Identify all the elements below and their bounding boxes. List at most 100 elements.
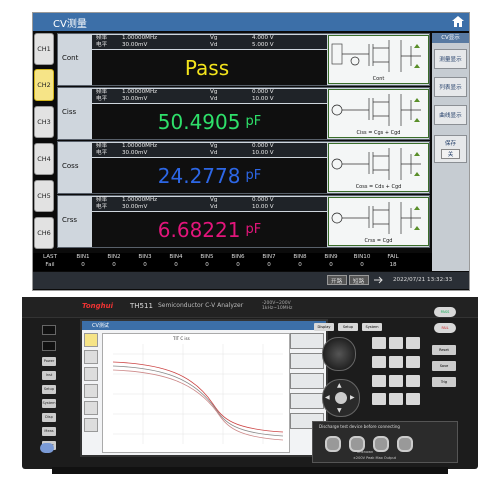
side-power-button[interactable]: Power: [42, 357, 56, 366]
channel-label: CH6: [37, 229, 51, 237]
open-mode-label: 开路: [331, 279, 343, 285]
bnc-connector[interactable]: [397, 436, 413, 452]
arrow-left-icon[interactable]: ◀: [325, 394, 330, 401]
measurement-panel-cont[interactable]: Cont 频率 1.00000MHz 电平 30.00mV Vg 4.000 V…: [57, 33, 430, 86]
max-voltage-label: ±200V Peak Max Output: [353, 456, 397, 460]
system-key[interactable]: System: [362, 323, 382, 331]
measurement-panel-crss[interactable]: Crss 频率 1.00000MHz 电平 30.00mV Vg 0.000 V…: [57, 195, 430, 248]
side-button-label: Inst: [45, 373, 53, 377]
setup-key[interactable]: Setup: [338, 323, 358, 331]
num-key[interactable]: [372, 393, 386, 406]
stat-value: 0: [81, 262, 85, 268]
num-key[interactable]: [406, 374, 420, 387]
panel-info: 频率 1.00000MHz 电平 30.00mV Vg 0.000 V Vd 1…: [92, 143, 327, 157]
menu-curve-display-button[interactable]: 曲线显示: [434, 105, 467, 125]
freq-value: 1.00000MHz: [122, 89, 158, 95]
mini-menu-button[interactable]: [290, 373, 324, 389]
side-setup-button[interactable]: Setup: [42, 385, 56, 394]
stat-value: 0: [174, 262, 178, 268]
channel-label: CH3: [37, 118, 51, 126]
display-key[interactable]: Display: [314, 323, 334, 331]
channel-button-ch2[interactable]: CH2: [34, 69, 54, 101]
rotary-knob[interactable]: [322, 337, 356, 371]
side-inst-button[interactable]: Inst: [42, 371, 56, 380]
side-disp-button[interactable]: Disp: [42, 413, 56, 422]
stat-value: 0: [267, 262, 271, 268]
channel-button-ch5[interactable]: CH5: [34, 180, 54, 212]
power-button[interactable]: [40, 443, 54, 453]
warning-label: Discharge test device before connecting: [319, 424, 400, 429]
mini-channel-button[interactable]: [84, 418, 98, 432]
mini-channel-button[interactable]: [84, 350, 98, 364]
channel-button-ch3[interactable]: CH3: [34, 106, 54, 138]
mosfet-circuit-icon: [331, 148, 421, 180]
num-key[interactable]: [389, 355, 403, 368]
result-display: Pass: [92, 50, 327, 85]
num-key[interactable]: [406, 355, 420, 368]
result-display: 24.2778 pF: [92, 158, 327, 193]
title-bar: CV测量: [33, 13, 469, 31]
level-label: 电平: [96, 42, 108, 48]
connector-panel: Discharge test device before connecting …: [312, 421, 458, 463]
level-label: 电平: [96, 96, 108, 102]
menu-save-toggle[interactable]: 保存 关: [434, 135, 467, 163]
mini-menu-button[interactable]: [290, 393, 324, 409]
result-display: 50.4905 pF: [92, 104, 327, 139]
channel-button-ch6[interactable]: CH6: [34, 217, 54, 249]
num-key[interactable]: [389, 393, 403, 406]
side-system-button[interactable]: System: [42, 399, 56, 408]
vd-value: 10.00 V: [252, 96, 274, 102]
reset-key[interactable]: Reset: [432, 345, 456, 355]
num-key[interactable]: [406, 337, 420, 349]
num-key[interactable]: [372, 374, 386, 387]
result-unit: pF: [245, 114, 262, 129]
circuit-diagram: Coss = Cds + Cgd: [328, 143, 429, 192]
circuit-caption: Coss = Cds + Cgd: [355, 184, 402, 190]
panel-name: Cont: [62, 54, 79, 62]
usb-port: [42, 325, 56, 335]
channel-button-ch4[interactable]: CH4: [34, 143, 54, 175]
side-button-label: Power: [43, 359, 55, 363]
vg-label: Vg: [210, 89, 218, 95]
right-menu: CV显示 测量显示 列表显示 曲线显示 保存 关: [432, 33, 469, 271]
result-unit: pF: [245, 168, 262, 183]
arrow-down-icon[interactable]: ▼: [337, 407, 342, 414]
result-display: 6.68221 pF: [92, 212, 327, 247]
circuit-diagram: Cont: [328, 35, 429, 84]
vg-label: Vg: [210, 143, 218, 149]
freq-label: 频率: [96, 197, 108, 203]
measurement-panel-coss[interactable]: Coss 频率 1.00000MHz 电平 30.00mV Vg 0.000 V…: [57, 141, 430, 194]
device-display-title: CV测试: [92, 323, 109, 329]
mini-channel-button[interactable]: [84, 333, 98, 347]
ok-key[interactable]: [335, 392, 347, 404]
home-icon[interactable]: [451, 15, 465, 28]
mini-channel-button[interactable]: [84, 367, 98, 381]
panel-info: 频率 1.00000MHz 电平 30.00mV Vg 0.000 V Vd 1…: [92, 197, 327, 211]
fail-indicator: FAIL: [434, 323, 456, 333]
model-label: TH511: [130, 302, 153, 310]
bnc-connector[interactable]: [325, 436, 341, 452]
arrow-keypad[interactable]: ▲ ▼ ◀ ▶: [322, 379, 360, 417]
save-key[interactable]: Save: [432, 361, 456, 371]
measurement-panel-ciss[interactable]: Ciss 频率 1.00000MHz 电平 30.00mV Vg 0.000 V…: [57, 87, 430, 140]
num-key[interactable]: [372, 337, 386, 349]
level-value: 30.00mV: [122, 204, 148, 210]
mini-menu-button[interactable]: [290, 333, 324, 349]
mini-channel-button[interactable]: [84, 384, 98, 398]
side-meas-button[interactable]: Meas: [42, 427, 56, 436]
arrow-up-icon[interactable]: ▲: [337, 382, 342, 389]
arrow-right-icon[interactable]: ▶: [350, 394, 355, 401]
num-key[interactable]: [406, 393, 420, 406]
menu-list-display-button[interactable]: 列表显示: [434, 77, 467, 97]
num-key[interactable]: [372, 355, 386, 368]
stat-value: 0: [329, 262, 333, 268]
mini-menu-button[interactable]: [290, 353, 324, 369]
num-key[interactable]: [389, 337, 403, 349]
bnc-connector[interactable]: [373, 436, 389, 452]
mini-channel-button[interactable]: [84, 401, 98, 415]
panel-info: 频率 1.00000MHz 电平 30.00mV Vg 0.000 V Vd 1…: [92, 89, 327, 103]
channel-button-ch1[interactable]: CH1: [34, 33, 54, 65]
trig-key[interactable]: Trig: [432, 377, 456, 387]
menu-measure-display-button[interactable]: 测量显示: [434, 49, 467, 69]
num-key[interactable]: [389, 374, 403, 387]
